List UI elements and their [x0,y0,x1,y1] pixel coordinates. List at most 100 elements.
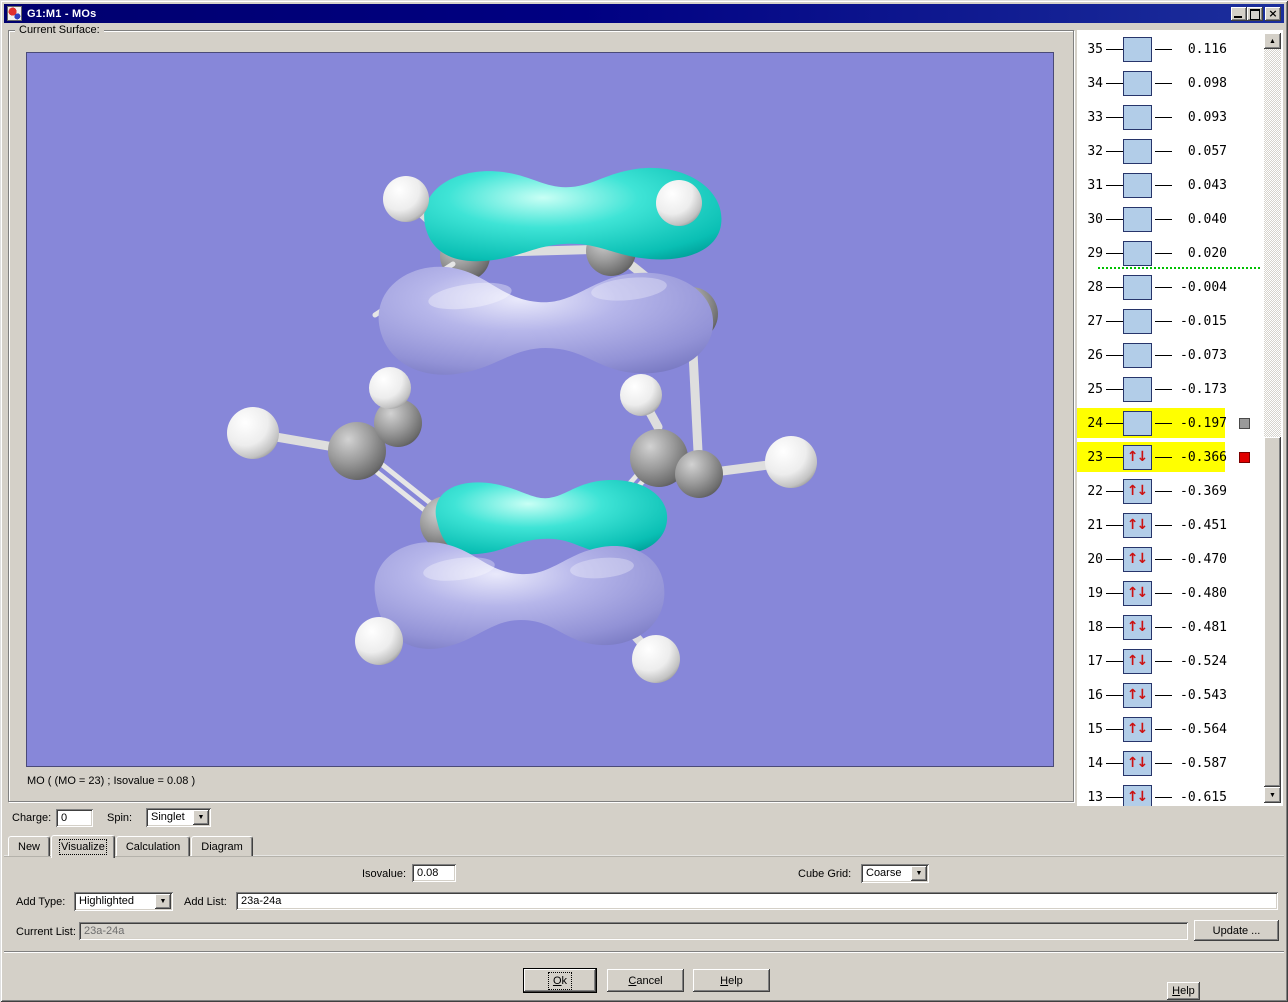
mo-orbital-box[interactable]: ↑↓ [1123,343,1152,368]
add-list-input[interactable] [236,892,1278,910]
mo-number: 32 [1079,144,1103,159]
molecule-3d-render [27,53,1054,767]
mo-orbital-box[interactable]: ↑↓ [1123,309,1152,334]
mo-orbital-box[interactable]: ↑↓ [1123,207,1152,232]
mo-orbital-box[interactable]: ↑↓ [1123,71,1152,96]
mo-row[interactable]: 18 ↑↓ -0.481 [1077,610,1283,644]
mo-row[interactable]: 25 ↑↓ -0.173 [1077,372,1283,406]
mo-row[interactable]: 19 ↑↓ -0.480 [1077,576,1283,610]
mo-orbital-box[interactable]: ↑↓ [1123,683,1152,708]
mo-row[interactable]: 35 ↑↓ 0.116 [1077,32,1283,66]
add-type-dropdown[interactable]: Highlighted ▼ [74,892,173,911]
mo-orbital-box[interactable]: ↑↓ [1123,615,1152,640]
mo-orbital-box[interactable]: ↑↓ [1123,173,1152,198]
connector-line [1155,49,1172,50]
mo-orbital-box[interactable]: ↑↓ [1123,139,1152,164]
mo-orbital-box[interactable]: ↑↓ [1123,37,1152,62]
mo-number: 14 [1079,756,1103,771]
cube-grid-dropdown[interactable]: Coarse ▼ [861,864,929,883]
mo-row[interactable]: 17 ↑↓ -0.524 [1077,644,1283,678]
tab-new[interactable]: New [8,836,50,856]
mo-orbital-box[interactable]: ↑↓ [1123,445,1152,470]
connector-line [1155,797,1172,798]
mo-energy: 0.116 [1175,42,1227,57]
spin-dropdown-button[interactable]: ▼ [193,810,209,825]
minimize-button[interactable] [1231,7,1247,21]
electron-arrows-icon: ↑↓ [1127,518,1148,532]
mo-orbital-box[interactable]: ↑↓ [1123,581,1152,606]
charge-input[interactable] [56,809,93,827]
cancel-button[interactable]: Cancel [607,969,684,992]
tab-diagram[interactable]: Diagram [191,836,253,856]
connector-line [1106,457,1123,458]
mo-orbital-box[interactable]: ↑↓ [1123,241,1152,266]
tab-visualize[interactable]: Visualize [51,835,115,858]
current-list-label: Current List: [16,926,76,939]
mo-orbital-box[interactable]: ↑↓ [1123,785,1152,807]
tab-calculation[interactable]: Calculation [116,836,190,856]
mo-orbital-box[interactable]: ↑↓ [1123,717,1152,742]
mo-row[interactable]: 22 ↑↓ -0.369 [1077,474,1283,508]
hydrogen-atom[interactable] [227,407,279,459]
mo-orbital-box[interactable]: ↑↓ [1123,513,1152,538]
hydrogen-atom[interactable] [383,176,429,222]
scrollbar-thumb[interactable] [1264,437,1281,787]
spin-dropdown[interactable]: Singlet ▼ [146,808,211,827]
molecule-viewport[interactable] [26,52,1054,767]
mo-orbital-box[interactable]: ↑↓ [1123,411,1152,436]
mo-orbital-box[interactable]: ↑↓ [1123,275,1152,300]
mo-row[interactable]: 28 ↑↓ -0.004 [1077,270,1283,304]
hydrogen-atom[interactable] [355,617,403,665]
mo-row[interactable]: 13 ↑↓ -0.615 [1077,780,1283,806]
hydrogen-atom[interactable] [765,436,817,488]
mo-number: 30 [1079,212,1103,227]
maximize-button[interactable] [1247,7,1263,21]
mo-orbital-box[interactable]: ↑↓ [1123,649,1152,674]
mo-orbital-box[interactable]: ↑↓ [1123,377,1152,402]
isovalue-input[interactable] [412,864,456,882]
mo-energy: 0.057 [1175,144,1227,159]
scroll-up-button[interactable]: ▲ [1264,33,1281,49]
mo-row[interactable]: 29 ↑↓ 0.020 [1077,236,1283,270]
mo-energy: -0.543 [1175,688,1227,703]
mo-number: 16 [1079,688,1103,703]
close-button[interactable]: × [1265,7,1281,21]
hydrogen-atom[interactable] [369,367,411,409]
mo-row[interactable]: 27 ↑↓ -0.015 [1077,304,1283,338]
mo-row[interactable]: 20 ↑↓ -0.470 [1077,542,1283,576]
update-button[interactable]: Update ... [1194,920,1279,941]
mo-orbital-box[interactable]: ↑↓ [1123,479,1152,504]
corner-help-button[interactable]: Help [1167,982,1200,1000]
scroll-down-button[interactable]: ▼ [1264,787,1281,803]
mo-orbital-box[interactable]: ↑↓ [1123,105,1152,130]
carbon-atom[interactable] [675,450,723,498]
ok-button[interactable]: Ok [524,969,596,992]
mo-row[interactable]: 21 ↑↓ -0.451 [1077,508,1283,542]
mo-row[interactable]: 26 ↑↓ -0.073 [1077,338,1283,372]
cube-grid-dropdown-button[interactable]: ▼ [911,866,927,881]
mo-scrollbar[interactable]: ▲ ▼ [1264,33,1281,803]
hydrogen-atom[interactable] [620,374,662,416]
help-button[interactable]: Help [693,969,770,992]
mo-row[interactable]: 30 ↑↓ 0.040 [1077,202,1283,236]
mo-row[interactable]: 16 ↑↓ -0.543 [1077,678,1283,712]
mo-row[interactable]: 31 ↑↓ 0.043 [1077,168,1283,202]
cube-grid-label: Cube Grid: [798,868,851,881]
mo-energy: -0.197 [1175,416,1227,431]
mo-row[interactable]: 34 ↑↓ 0.098 [1077,66,1283,100]
hydrogen-atom[interactable] [632,635,680,683]
connector-line [1106,423,1123,424]
mo-row[interactable]: 15 ↑↓ -0.564 [1077,712,1283,746]
connector-line [1106,559,1123,560]
add-type-dropdown-button[interactable]: ▼ [155,894,171,909]
mo-row[interactable]: 23 ↑↓ -0.366 [1077,440,1283,474]
mo-row[interactable]: 14 ↑↓ -0.587 [1077,746,1283,780]
mo-orbital-box[interactable]: ↑↓ [1123,751,1152,776]
titlebar[interactable]: G1:M1 - MOs × [4,4,1284,23]
mo-orbital-box[interactable]: ↑↓ [1123,547,1152,572]
hydrogen-atom[interactable] [656,180,702,226]
maximize-icon [1250,9,1260,20]
mo-row[interactable]: 32 ↑↓ 0.057 [1077,134,1283,168]
mo-row[interactable]: 24 ↑↓ -0.197 [1077,406,1283,440]
mo-row[interactable]: 33 ↑↓ 0.093 [1077,100,1283,134]
